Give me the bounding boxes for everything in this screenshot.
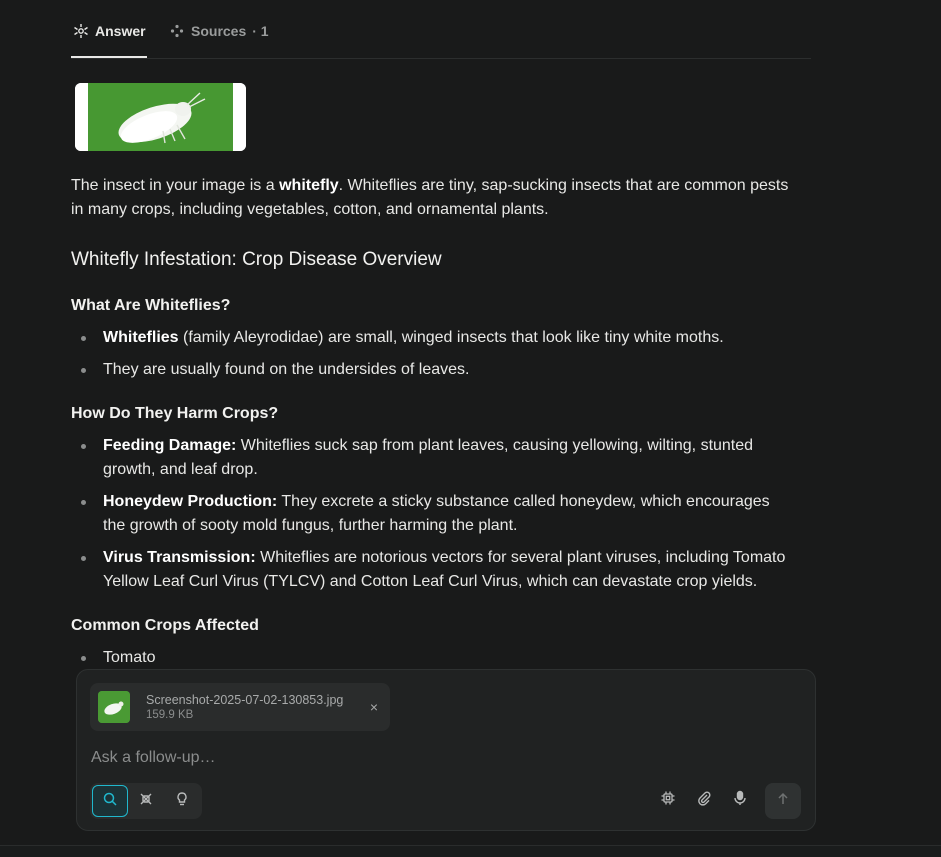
list-item: They are usually found on the undersides… [71, 358, 791, 382]
attachment-info: Screenshot-2025-07-02-130853.jpg 159.9 K… [146, 693, 343, 721]
answer-intro: The insect in your image is a whitefly. … [71, 174, 791, 222]
tab-sources-label: Sources [191, 23, 247, 39]
search-mode-button[interactable] [92, 785, 128, 817]
list-item: Feeding Damage: Whiteflies suck sap from… [71, 434, 791, 482]
bullet-list: Feeding Damage: Whiteflies suck sap from… [71, 434, 791, 602]
list-item: Tomato [71, 646, 791, 670]
reasoning-mode-button[interactable] [128, 785, 164, 817]
sources-icon [169, 23, 185, 39]
voice-button[interactable] [728, 788, 752, 812]
attachment-chip[interactable]: Screenshot-2025-07-02-130853.jpg 159.9 K… [90, 683, 390, 731]
list-item: Honeydew Production: They excrete a stic… [71, 490, 791, 538]
chip-icon [660, 790, 676, 811]
list-item-text: They are usually found on the undersides… [103, 361, 470, 378]
answer-icon [73, 23, 89, 39]
uploaded-image[interactable] [75, 83, 246, 151]
attachment-filesize: 159.9 KB [146, 709, 194, 721]
list-item: Whiteflies (family Aleyrodidae) are smal… [71, 326, 791, 350]
microphone-icon [732, 790, 748, 811]
search-icon [102, 791, 118, 812]
model-button[interactable] [656, 788, 680, 812]
list-item-text: (family Aleyrodidae) are small, winged i… [178, 329, 724, 346]
attachment-thumbnail [98, 691, 130, 723]
send-button[interactable] [765, 783, 801, 819]
list-item-bold: Feeding Damage: [103, 437, 237, 454]
list-item-bold: Whiteflies [103, 329, 179, 346]
attachment-filename: Screenshot-2025-07-02-130853.jpg [146, 693, 344, 707]
close-icon[interactable]: × [366, 699, 382, 715]
bullet-list: Whiteflies (family Aleyrodidae) are smal… [71, 326, 791, 390]
tab-sources[interactable]: Sources · 1 [169, 20, 269, 42]
answer-tabs: Answer Sources · 1 [71, 0, 811, 59]
list-item: Virus Transmission: Whiteflies are notor… [71, 546, 791, 594]
attach-button[interactable] [692, 788, 716, 812]
intro-bold: whitefly [279, 177, 339, 194]
research-mode-button[interactable] [164, 785, 200, 817]
bottom-divider [0, 845, 941, 857]
followup-composer: Screenshot-2025-07-02-130853.jpg 159.9 K… [76, 669, 816, 831]
paperclip-icon [696, 790, 712, 811]
section-title: What Are Whiteflies? [71, 297, 231, 314]
tab-answer[interactable]: Answer [73, 20, 146, 42]
section-title: How Do They Harm Crops? [71, 405, 279, 422]
answer-heading: Whitefly Infestation: Crop Disease Overv… [71, 249, 442, 270]
reasoning-icon [138, 791, 154, 812]
list-item-bold: Honeydew Production: [103, 493, 278, 510]
active-tab-indicator [71, 56, 147, 58]
sources-count: · 1 [252, 23, 269, 39]
tab-answer-label: Answer [95, 23, 146, 39]
arrow-up-icon [776, 792, 790, 811]
section-title: Common Crops Affected [71, 617, 259, 634]
intro-text: The insect in your image is a [71, 177, 280, 194]
lightbulb-icon [174, 791, 190, 812]
followup-input[interactable] [91, 746, 791, 770]
list-item-text: Tomato [103, 649, 156, 666]
mode-selector [90, 783, 202, 819]
list-item-bold: Virus Transmission: [103, 549, 256, 566]
